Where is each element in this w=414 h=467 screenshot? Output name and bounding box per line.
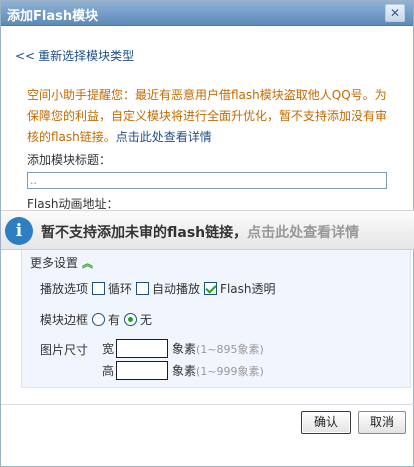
unsupported-link-banner: i 暂不支持添加未审的flash链接，点击此处查看详情	[1, 210, 414, 250]
reselect-module-type-label: 重新选择模块类型	[38, 49, 135, 63]
height-hint: (1~999象素)	[196, 364, 264, 378]
width-row: 宽 象素 (1~895象素)	[102, 339, 264, 358]
security-notice: 空间小助手提醒您：最近有恶意用户借flash模块盗取他人QQ号。为保障您的利益，…	[27, 85, 389, 148]
height-unit: 象素	[172, 364, 197, 378]
reselect-module-type-link[interactable]: << 重新选择模块类型	[15, 47, 134, 64]
notice-detail-link[interactable]: 点击此处查看详情	[116, 130, 212, 144]
more-settings-panel: 更多设置 ︽ 播放选项 循环 自动播放 Flash透明 模块边框 有 无 图片尺寸…	[21, 250, 411, 388]
autoplay-label: 自动播放	[152, 282, 201, 296]
loop-checkbox[interactable]	[92, 282, 106, 295]
flash-transparent-label: Flash透明	[220, 282, 276, 296]
height-row: 高 象素 (1~999象素)	[102, 361, 264, 380]
border-yes-radio[interactable]	[92, 313, 106, 326]
confirm-button[interactable]: 确认	[301, 411, 351, 434]
border-no-label: 无	[140, 313, 153, 327]
height-input[interactable]	[116, 361, 169, 380]
border-no-radio[interactable]	[124, 313, 138, 326]
more-settings-toggle[interactable]: 更多设置 ︽	[30, 254, 93, 271]
image-size-label: 图片尺寸	[40, 343, 89, 357]
border-row: 模块边框 有 无	[40, 311, 152, 328]
dialog-titlebar: 添加Flash模块 ✕	[1, 1, 413, 26]
width-input[interactable]	[116, 339, 169, 358]
flash-transparent-checkbox[interactable]	[204, 282, 218, 295]
image-size-label-row: 图片尺寸	[40, 341, 88, 358]
play-options-label: 播放选项	[40, 282, 89, 296]
more-settings-label: 更多设置	[30, 256, 79, 270]
double-chevron-left-icon: <<	[15, 49, 36, 63]
module-title-input[interactable]: ..	[27, 172, 387, 189]
banner-detail-link[interactable]: 点击此处查看详情	[247, 225, 359, 241]
play-options-row: 播放选项 循环 自动播放 Flash透明	[40, 280, 276, 297]
border-label: 模块边框	[40, 313, 89, 327]
add-flash-module-dialog: 添加Flash模块 ✕ << 重新选择模块类型 空间小助手提醒您：最近有恶意用户借…	[0, 0, 414, 467]
info-icon: i	[5, 217, 33, 245]
autoplay-checkbox[interactable]	[136, 282, 150, 295]
height-label: 高	[102, 364, 115, 378]
close-icon[interactable]: ✕	[385, 4, 405, 22]
footer-divider	[1, 404, 414, 405]
banner-message-text: 暂不支持添加未审的flash链接，	[41, 225, 248, 241]
width-unit: 象素	[172, 342, 197, 356]
width-hint: (1~895象素)	[196, 342, 264, 356]
banner-message: 暂不支持添加未审的flash链接，点击此处查看详情	[41, 222, 359, 242]
border-yes-label: 有	[108, 313, 121, 327]
loop-label: 循环	[108, 282, 133, 296]
double-chevron-up-icon: ︽	[82, 257, 94, 270]
cancel-button[interactable]: 取消	[358, 411, 406, 434]
module-title-label: 添加模块标题：	[27, 153, 112, 167]
dialog-title: 添加Flash模块	[7, 9, 99, 24]
width-label: 宽	[102, 342, 115, 356]
